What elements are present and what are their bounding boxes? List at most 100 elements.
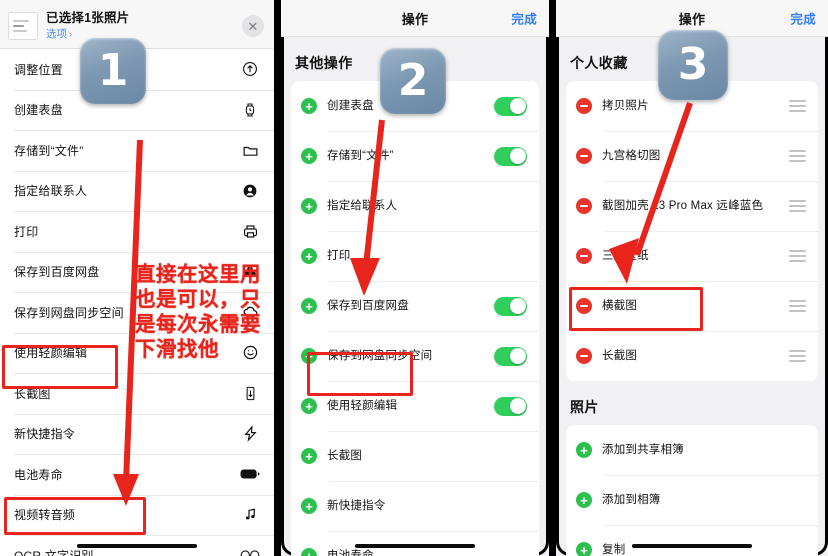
share-action-row[interactable]: 长截图 — [0, 373, 274, 414]
reorder-handle-icon[interactable] — [789, 200, 806, 212]
favorite-label: 横截图 — [602, 299, 638, 312]
other-action-row[interactable]: + 新快捷指令 — [291, 481, 539, 531]
share-action-label: 存储到“文件” — [14, 143, 84, 158]
share-action-label: 长截图 — [14, 386, 51, 401]
close-button[interactable]: ✕ — [242, 15, 264, 37]
step-badge-2: 2 — [380, 48, 446, 114]
toggle-switch[interactable] — [494, 396, 527, 416]
other-action-label: 存储到“文件” — [327, 149, 394, 162]
step-badge-1: 1 — [80, 38, 146, 104]
add-icon[interactable]: + — [576, 492, 592, 508]
remove-icon[interactable] — [576, 298, 592, 314]
options-label: 选项 — [46, 28, 67, 40]
share-action-row[interactable]: 电池寿命 — [0, 454, 274, 495]
toggle-switch[interactable] — [494, 96, 527, 116]
add-icon[interactable]: + — [301, 198, 317, 214]
home-indicator — [355, 544, 475, 548]
favorite-row[interactable]: 截图加壳 13 Pro Max 远峰蓝色 — [566, 181, 818, 231]
share-action-row[interactable]: 存储到“文件” — [0, 130, 274, 171]
home-indicator — [632, 544, 752, 548]
reorder-handle-icon[interactable] — [789, 100, 806, 112]
favorite-label: 九宫格切图 — [602, 149, 661, 162]
other-action-label: 电池寿命 — [327, 549, 374, 556]
reorder-handle-icon[interactable] — [789, 150, 806, 162]
add-icon[interactable]: + — [301, 498, 317, 514]
other-action-label: 新快捷指令 — [327, 499, 386, 512]
favorite-label: 长截图 — [602, 349, 638, 362]
share-action-label: 指定给联系人 — [14, 184, 88, 199]
other-action-label: 保存到网盘同步空间 — [327, 349, 433, 362]
add-icon[interactable]: + — [301, 548, 317, 556]
photo-action-label: 添加到共享相簿 — [602, 443, 684, 456]
favorite-row[interactable]: 长截图 — [566, 331, 818, 381]
toggle-switch[interactable] — [494, 346, 527, 366]
favorite-row[interactable]: 三屏壁纸 — [566, 231, 818, 281]
contact-icon — [238, 179, 262, 203]
other-action-row[interactable]: + 长截图 — [291, 431, 539, 481]
share-action-row[interactable]: 新快捷指令 — [0, 413, 274, 454]
favorites-list: 拷贝照片九宫格切图截图加壳 13 Pro Max 远峰蓝色三屏壁纸横截图长截图 — [566, 81, 818, 381]
watch-icon — [238, 98, 262, 122]
battery-icon — [238, 462, 262, 486]
remove-icon[interactable] — [576, 248, 592, 264]
other-actions-list: + 创建表盘 + 存储到“文件” + 指定给联系人 + 打印 + 保存到百度网盘 + 保存到网盘同步空… — [291, 81, 539, 556]
photos-actions-list: +添加到共享相簿+添加到相簿+复制+隐藏+幻灯片+隔空播放 — [566, 425, 818, 556]
other-action-row[interactable]: + 保存到百度网盘 — [291, 281, 539, 331]
share-action-row[interactable]: 指定给联系人 — [0, 170, 274, 211]
share-action-row[interactable]: 视频转音频 — [0, 494, 274, 535]
done-button[interactable]: 完成 — [790, 9, 816, 28]
reorder-handle-icon[interactable] — [789, 350, 806, 362]
arrow-up-circle-icon — [238, 57, 262, 81]
toggle-switch[interactable] — [494, 296, 527, 316]
nav-bar-2: 操作 完成 — [281, 0, 549, 37]
nav-title: 操作 — [401, 11, 429, 27]
done-button[interactable]: 完成 — [511, 9, 537, 28]
reorder-handle-icon[interactable] — [789, 250, 806, 262]
home-indicator — [77, 544, 197, 548]
favorite-label: 拷贝照片 — [602, 99, 649, 112]
share-action-label: 新快捷指令 — [14, 427, 76, 442]
page-title: 已选择1张照片 — [46, 11, 130, 25]
step-badge-3: 3 — [658, 30, 728, 100]
other-action-label: 长截图 — [327, 449, 363, 462]
other-action-row[interactable]: + 打印 — [291, 231, 539, 281]
nav-title: 操作 — [678, 11, 706, 27]
toggle-switch[interactable] — [494, 146, 527, 166]
remove-icon[interactable] — [576, 98, 592, 114]
share-action-row[interactable]: 打印 — [0, 211, 274, 252]
share-action-label: 视频转音频 — [14, 508, 76, 523]
other-action-row[interactable]: + 保存到网盘同步空间 — [291, 331, 539, 381]
other-action-row[interactable]: + 存储到“文件” — [291, 131, 539, 181]
other-action-row[interactable]: + 使用轻颜编辑 — [291, 381, 539, 431]
ocr-icon — [238, 543, 262, 556]
add-icon[interactable]: + — [301, 148, 317, 164]
photo-action-row[interactable]: + 添加到共享相簿 — [566, 425, 818, 475]
favorite-row[interactable]: 横截图 — [566, 281, 818, 331]
share-action-label: 打印 — [14, 224, 39, 239]
add-icon[interactable]: + — [301, 398, 317, 414]
add-icon[interactable]: + — [576, 542, 592, 556]
chevron-right-icon: › — [69, 29, 72, 39]
section-title-photos: 照片 — [570, 399, 599, 415]
remove-icon[interactable] — [576, 198, 592, 214]
add-icon[interactable]: + — [576, 442, 592, 458]
photo-thumbnail — [8, 12, 38, 40]
printer-icon — [238, 219, 262, 243]
other-action-row[interactable]: + 指定给联系人 — [291, 181, 539, 231]
other-action-label: 使用轻颜编辑 — [327, 399, 398, 412]
remove-icon[interactable] — [576, 348, 592, 364]
add-icon[interactable]: + — [301, 98, 317, 114]
shortcut-icon — [238, 422, 262, 446]
favorite-label: 三屏壁纸 — [602, 249, 649, 262]
photo-action-row[interactable]: + 添加到相簿 — [566, 475, 818, 525]
remove-icon[interactable] — [576, 148, 592, 164]
other-action-label: 保存到百度网盘 — [327, 299, 409, 312]
favorite-row[interactable]: 九宫格切图 — [566, 131, 818, 181]
add-icon[interactable]: + — [301, 448, 317, 464]
reorder-handle-icon[interactable] — [789, 300, 806, 312]
photo-action-row[interactable]: + 复制 — [566, 525, 818, 556]
share-action-label: 电池寿命 — [14, 467, 63, 482]
music-note-icon — [238, 503, 262, 527]
photo-action-label: 添加到相簿 — [602, 493, 661, 506]
options-link[interactable]: 选项 › — [46, 27, 242, 41]
